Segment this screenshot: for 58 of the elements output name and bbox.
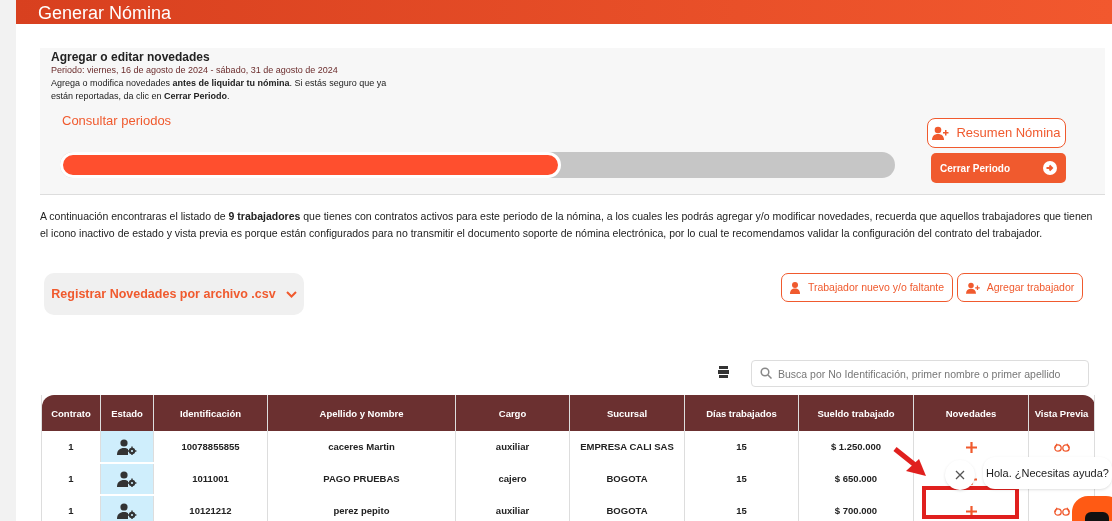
period-text: Periodo: viernes, 16 de agosto de 2024 - sábado, 31 de agosto de 2024 (51, 64, 339, 77)
plus-icon[interactable] (965, 505, 977, 517)
csv-upload-button[interactable]: Registrar Novedades por archivo .csv (44, 273, 304, 315)
panel-title: Agregar o editar novedades (51, 50, 211, 64)
table-cell: caceres Martin (267, 431, 456, 463)
plus-icon[interactable] (965, 441, 977, 453)
user-icon (789, 281, 800, 294)
table-cell: 10121212 (153, 495, 268, 521)
help-toast[interactable]: Hola. ¿Necesitas ayuda? (983, 457, 1112, 489)
export-icon[interactable] (718, 366, 729, 378)
close-icon (955, 470, 965, 480)
column-header: Apellido y Nombre (267, 395, 456, 431)
table-cell: 1 (41, 463, 101, 495)
column-header: Sucursal (569, 395, 685, 431)
consult-periods-link[interactable]: Consultar periodos (62, 111, 172, 131)
search-icon (760, 367, 772, 379)
search-field[interactable]: Busca por No Identificación, primer nombre o primer apellido (751, 360, 1089, 387)
intro-paragraph: A continuación encontraras el listado de 9 trabajadores que tienes con contratos activos para este periodo de la nómina, a los cuales les podrás agregar y/o modificar novedades, recuerda que aquellos trabajadores que tienen el icono inactivo de estado y vista previa es porque están configurados para no transmitir el documento soporte de nómina electrónica, por lo cual te recomendamos validar la configuración del contrato del trabajador. (40, 209, 1094, 241)
summary-button[interactable]: Resumen Nómina (927, 118, 1066, 148)
glasses-icon[interactable] (1053, 442, 1070, 452)
column-header: Novedades (913, 395, 1029, 431)
table-cell: 1011001 (153, 463, 268, 495)
annotation-arrow (893, 447, 928, 477)
column-header: Contrato (41, 395, 101, 431)
arrow-circle-icon (1043, 161, 1057, 175)
table-cell: auxiliar (455, 495, 570, 521)
table-cell: cajero (455, 463, 570, 495)
table-cell: auxiliar (455, 431, 570, 463)
glasses-icon[interactable] (1053, 506, 1070, 516)
user-settings-icon (117, 438, 137, 455)
table-cell: BOGOTA (569, 495, 685, 521)
table-cell: 15 (684, 495, 799, 521)
table-cell: 15 (684, 463, 799, 495)
table-cell: 10078855855 (153, 431, 268, 463)
new-worker-button[interactable]: Trabajador nuevo y/o faltante (781, 273, 953, 302)
column-header: Días trabajados (684, 395, 799, 431)
column-header: Vista Previa (1028, 395, 1095, 431)
column-header: Identificación (153, 395, 268, 431)
column-header: Cargo (455, 395, 570, 431)
column-header: Sueldo trabajado (798, 395, 914, 431)
add-worker-button[interactable]: Agregar trabajador (957, 273, 1083, 302)
user-settings-icon (117, 471, 137, 487)
table-cell: PAGO PRUEBAS (267, 463, 456, 495)
close-period-button[interactable]: Cerrar Periodo (931, 153, 1066, 183)
table-cell: 1 (41, 495, 101, 521)
column-header: Estado (100, 395, 154, 431)
table-cell: 15 (684, 431, 799, 463)
add-user-icon (965, 281, 981, 294)
table-cell: 1 (41, 431, 101, 463)
table-cell: EMPRESA CALI SAS (569, 431, 685, 463)
table-cell: $ 1.250.000 (798, 431, 914, 463)
dismiss-toast[interactable] (945, 460, 975, 490)
page-title: Generar Nómina (38, 2, 172, 24)
add-user-icon (932, 126, 951, 140)
table-cell: BOGOTA (569, 463, 685, 495)
panel-note: Agrega o modifica novedades antes de liquidar tu nómina. Si estás seguro que ya están reportadas, da clic en Cerrar Periodo. (51, 77, 388, 103)
table-cell: $ 700.000 (798, 495, 914, 521)
table-cell: perez pepito (267, 495, 456, 521)
